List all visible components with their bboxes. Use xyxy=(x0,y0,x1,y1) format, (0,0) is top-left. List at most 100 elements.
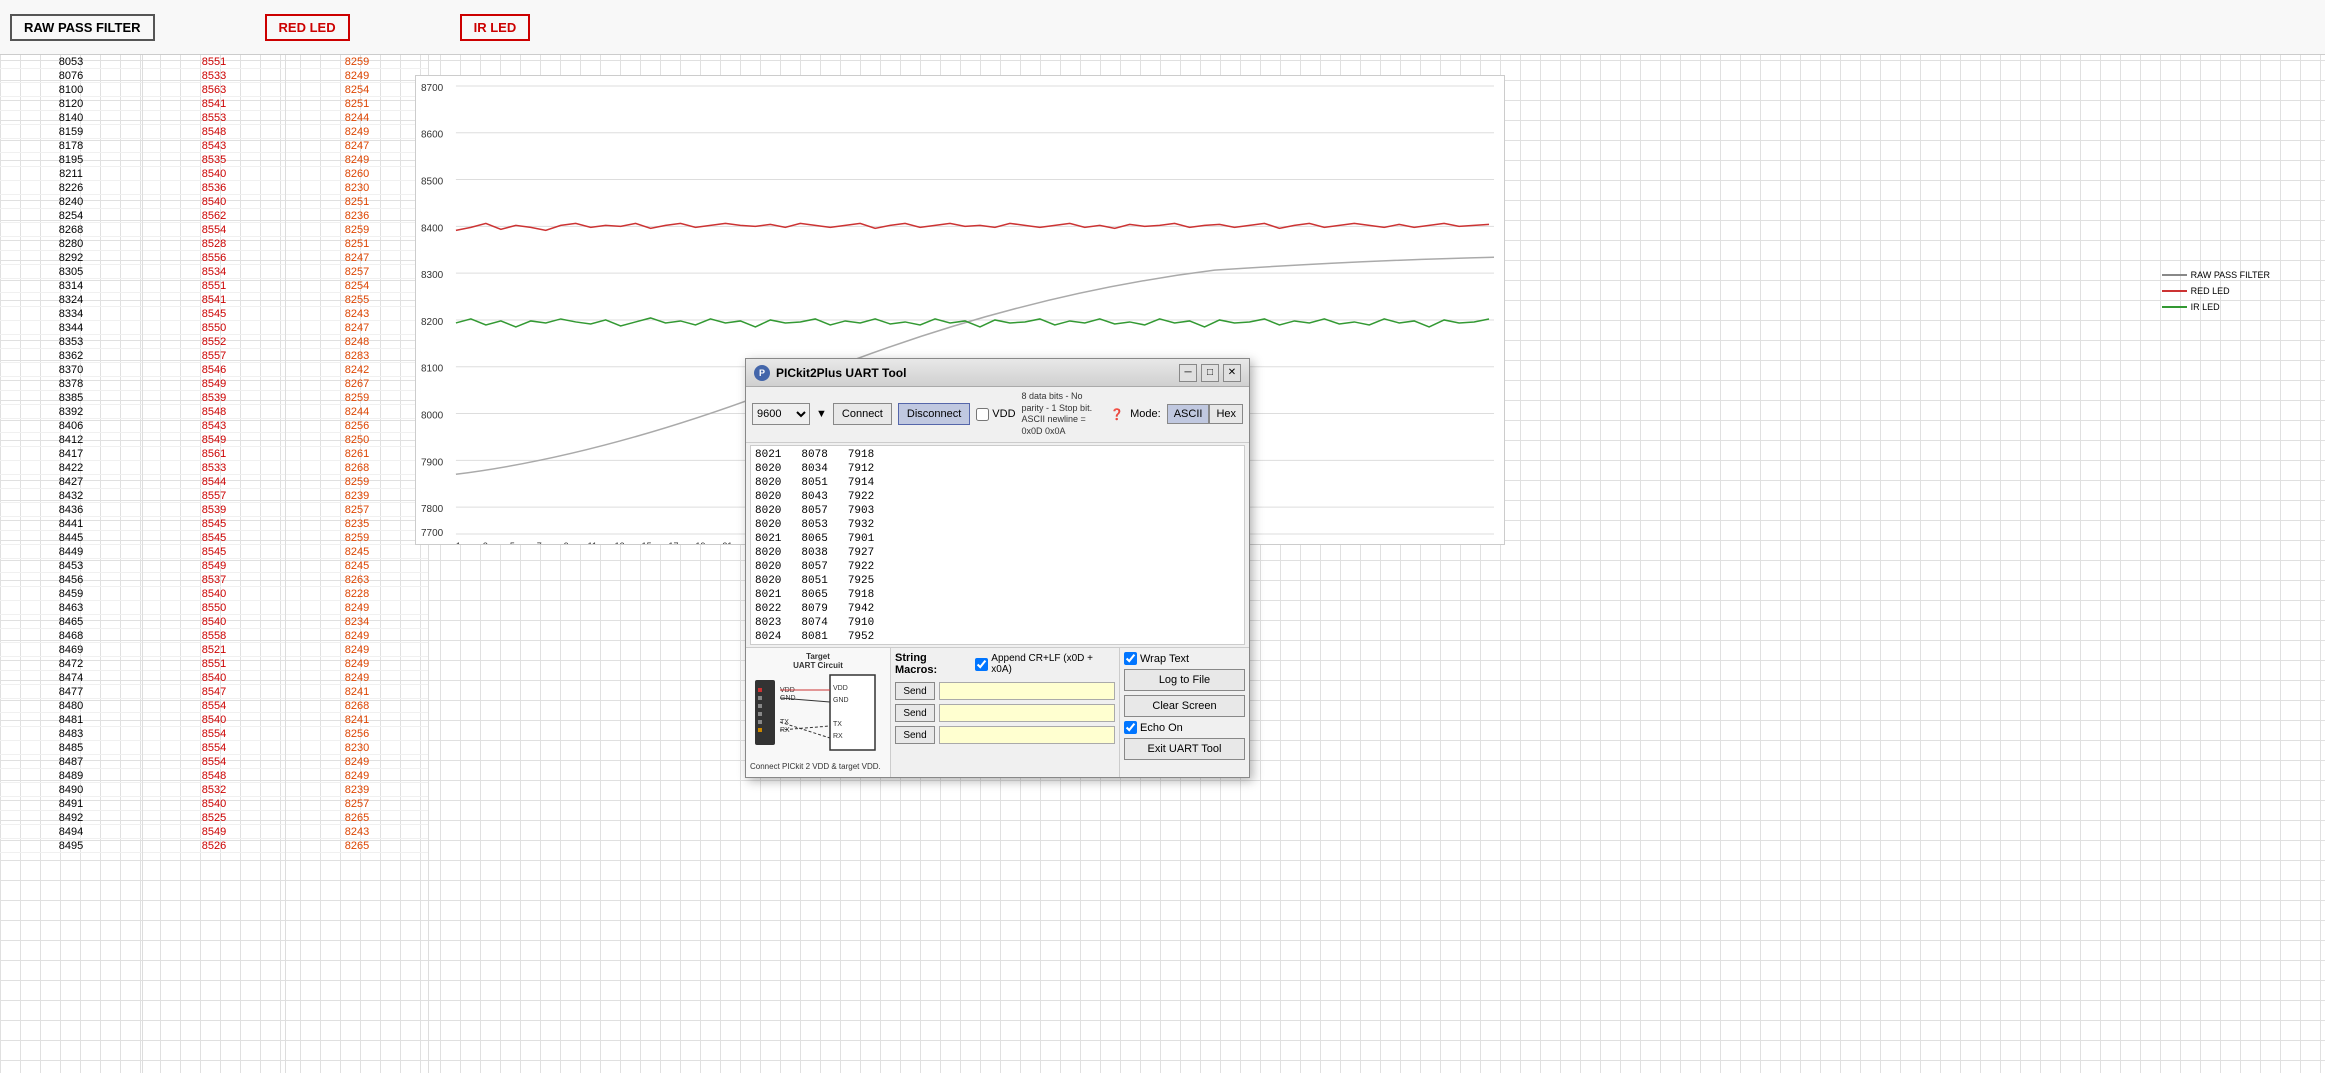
table-row: 8265 xyxy=(286,811,428,825)
table-row: 8267 xyxy=(286,377,428,391)
table-row: 8549 xyxy=(143,433,285,447)
table-row: 8235 xyxy=(286,517,428,531)
baud-rate-select[interactable]: 9600 19200 115200 xyxy=(752,403,810,425)
close-button[interactable]: ✕ xyxy=(1223,364,1241,382)
append-crlf-checkbox[interactable] xyxy=(975,658,988,671)
svg-text:8500: 8500 xyxy=(421,177,444,188)
table-row: 8249 xyxy=(286,629,428,643)
table-row: 8465 xyxy=(0,615,142,629)
table-row: 8412 xyxy=(0,433,142,447)
svg-text:RX: RX xyxy=(780,727,790,734)
table-row: 8259 xyxy=(286,223,428,237)
table-row: 8533 xyxy=(143,461,285,475)
table-row: 8226 xyxy=(0,181,142,195)
table-row: 8256 xyxy=(286,727,428,741)
table-row: 8547 xyxy=(143,685,285,699)
table-row: 8244 xyxy=(286,405,428,419)
table-row: 8558 xyxy=(143,629,285,643)
legend-ir-label: IR LED xyxy=(2191,302,2220,312)
minimize-button[interactable]: ─ xyxy=(1179,364,1197,382)
table-row: 8259 xyxy=(286,55,428,69)
table-row: 8541 xyxy=(143,97,285,111)
table-row: 8553 xyxy=(143,111,285,125)
table-row: 8491 xyxy=(0,797,142,811)
disconnect-button[interactable]: Disconnect xyxy=(898,403,970,425)
table-row: 8463 xyxy=(0,601,142,615)
svg-text:7: 7 xyxy=(537,541,542,544)
uart-info-text: 8 data bits - No parity - 1 Stop bit.ASC… xyxy=(1022,391,1105,438)
clear-screen-button[interactable]: Clear Screen xyxy=(1124,695,1245,717)
macro-input-2[interactable] xyxy=(939,704,1115,722)
list-item: 802080537932 xyxy=(755,518,1240,532)
macro-send-1-button[interactable]: Send xyxy=(895,682,935,700)
table-row: 8540 xyxy=(143,671,285,685)
macro-send-2-button[interactable]: Send xyxy=(895,704,935,722)
exit-uart-button[interactable]: Exit UART Tool xyxy=(1124,738,1245,760)
table-row: 8489 xyxy=(0,769,142,783)
table-row: 8195 xyxy=(0,153,142,167)
table-row: 8540 xyxy=(143,797,285,811)
table-row: 8554 xyxy=(143,741,285,755)
table-row: 8250 xyxy=(286,433,428,447)
table-row: 8259 xyxy=(286,531,428,545)
table-row: 8436 xyxy=(0,503,142,517)
table-row: 8545 xyxy=(143,307,285,321)
table-row: 8254 xyxy=(0,209,142,223)
maximize-button[interactable]: □ xyxy=(1201,364,1219,382)
table-row: 8545 xyxy=(143,517,285,531)
append-crlf-label[interactable]: Append CR+LF (x0D + x0A) xyxy=(975,653,1115,675)
table-row: 8533 xyxy=(143,69,285,83)
table-row: 8468 xyxy=(0,629,142,643)
macro-send-3-button[interactable]: Send xyxy=(895,726,935,744)
table-row: 8245 xyxy=(286,559,428,573)
uart-bottom-panel: TargetUART Circuit VDD GND TX RX VDD GND xyxy=(746,647,1249,777)
echo-on-checkbox[interactable] xyxy=(1124,721,1137,734)
table-row: 8251 xyxy=(286,97,428,111)
table-row: 8241 xyxy=(286,713,428,727)
vdd-checkbox-label[interactable]: VDD xyxy=(976,408,1015,421)
table-row: 8557 xyxy=(143,489,285,503)
log-to-file-button[interactable]: Log to File xyxy=(1124,669,1245,691)
table-row: 8314 xyxy=(0,279,142,293)
uart-titlebar: P PICkit2Plus UART Tool ─ □ ✕ xyxy=(746,359,1249,387)
table-row: 8268 xyxy=(286,699,428,713)
table-row: 8554 xyxy=(143,699,285,713)
table-row: 8385 xyxy=(0,391,142,405)
table-row: 8550 xyxy=(143,321,285,335)
vdd-checkbox[interactable] xyxy=(976,408,989,421)
wrap-text-checkbox[interactable] xyxy=(1124,652,1137,665)
table-row: 8549 xyxy=(143,559,285,573)
svg-text:7700: 7700 xyxy=(421,528,444,539)
legend-raw-label: RAW PASS FILTER xyxy=(2191,270,2270,280)
table-row: 8283 xyxy=(286,349,428,363)
table-row: 8490 xyxy=(0,783,142,797)
table-row: 8211 xyxy=(0,167,142,181)
red-data-column: 8551853385638541855385488543853585408536… xyxy=(143,55,286,1073)
list-item: 802480497933 xyxy=(755,644,1240,645)
raw-pass-filter-label: RAW PASS FILTER xyxy=(10,14,155,41)
table-row: 8534 xyxy=(143,265,285,279)
macro-input-3[interactable] xyxy=(939,726,1115,744)
ascii-mode-button[interactable]: ASCII xyxy=(1167,404,1210,424)
svg-text:GND: GND xyxy=(833,697,849,704)
table-row: 8540 xyxy=(143,587,285,601)
table-row: 8483 xyxy=(0,727,142,741)
echo-on-label[interactable]: Echo On xyxy=(1124,721,1245,734)
table-row: 8249 xyxy=(286,671,428,685)
connect-button[interactable]: Connect xyxy=(833,403,892,425)
table-row: 8362 xyxy=(0,349,142,363)
table-row: 8554 xyxy=(143,727,285,741)
svg-text:VDD: VDD xyxy=(833,685,848,692)
hex-mode-button[interactable]: Hex xyxy=(1209,404,1243,424)
svg-text:5: 5 xyxy=(510,541,515,544)
wrap-text-label[interactable]: Wrap Text xyxy=(1124,652,1245,665)
macro-row-2: Send xyxy=(895,704,1115,722)
table-row: 8563 xyxy=(143,83,285,97)
table-row: 8554 xyxy=(143,755,285,769)
table-row: 8265 xyxy=(286,839,428,853)
table-row: 8324 xyxy=(0,293,142,307)
macro-input-1[interactable] xyxy=(939,682,1115,700)
list-item: 802180657901 xyxy=(755,532,1240,546)
table-row: 8257 xyxy=(286,503,428,517)
table-row: 8550 xyxy=(143,601,285,615)
